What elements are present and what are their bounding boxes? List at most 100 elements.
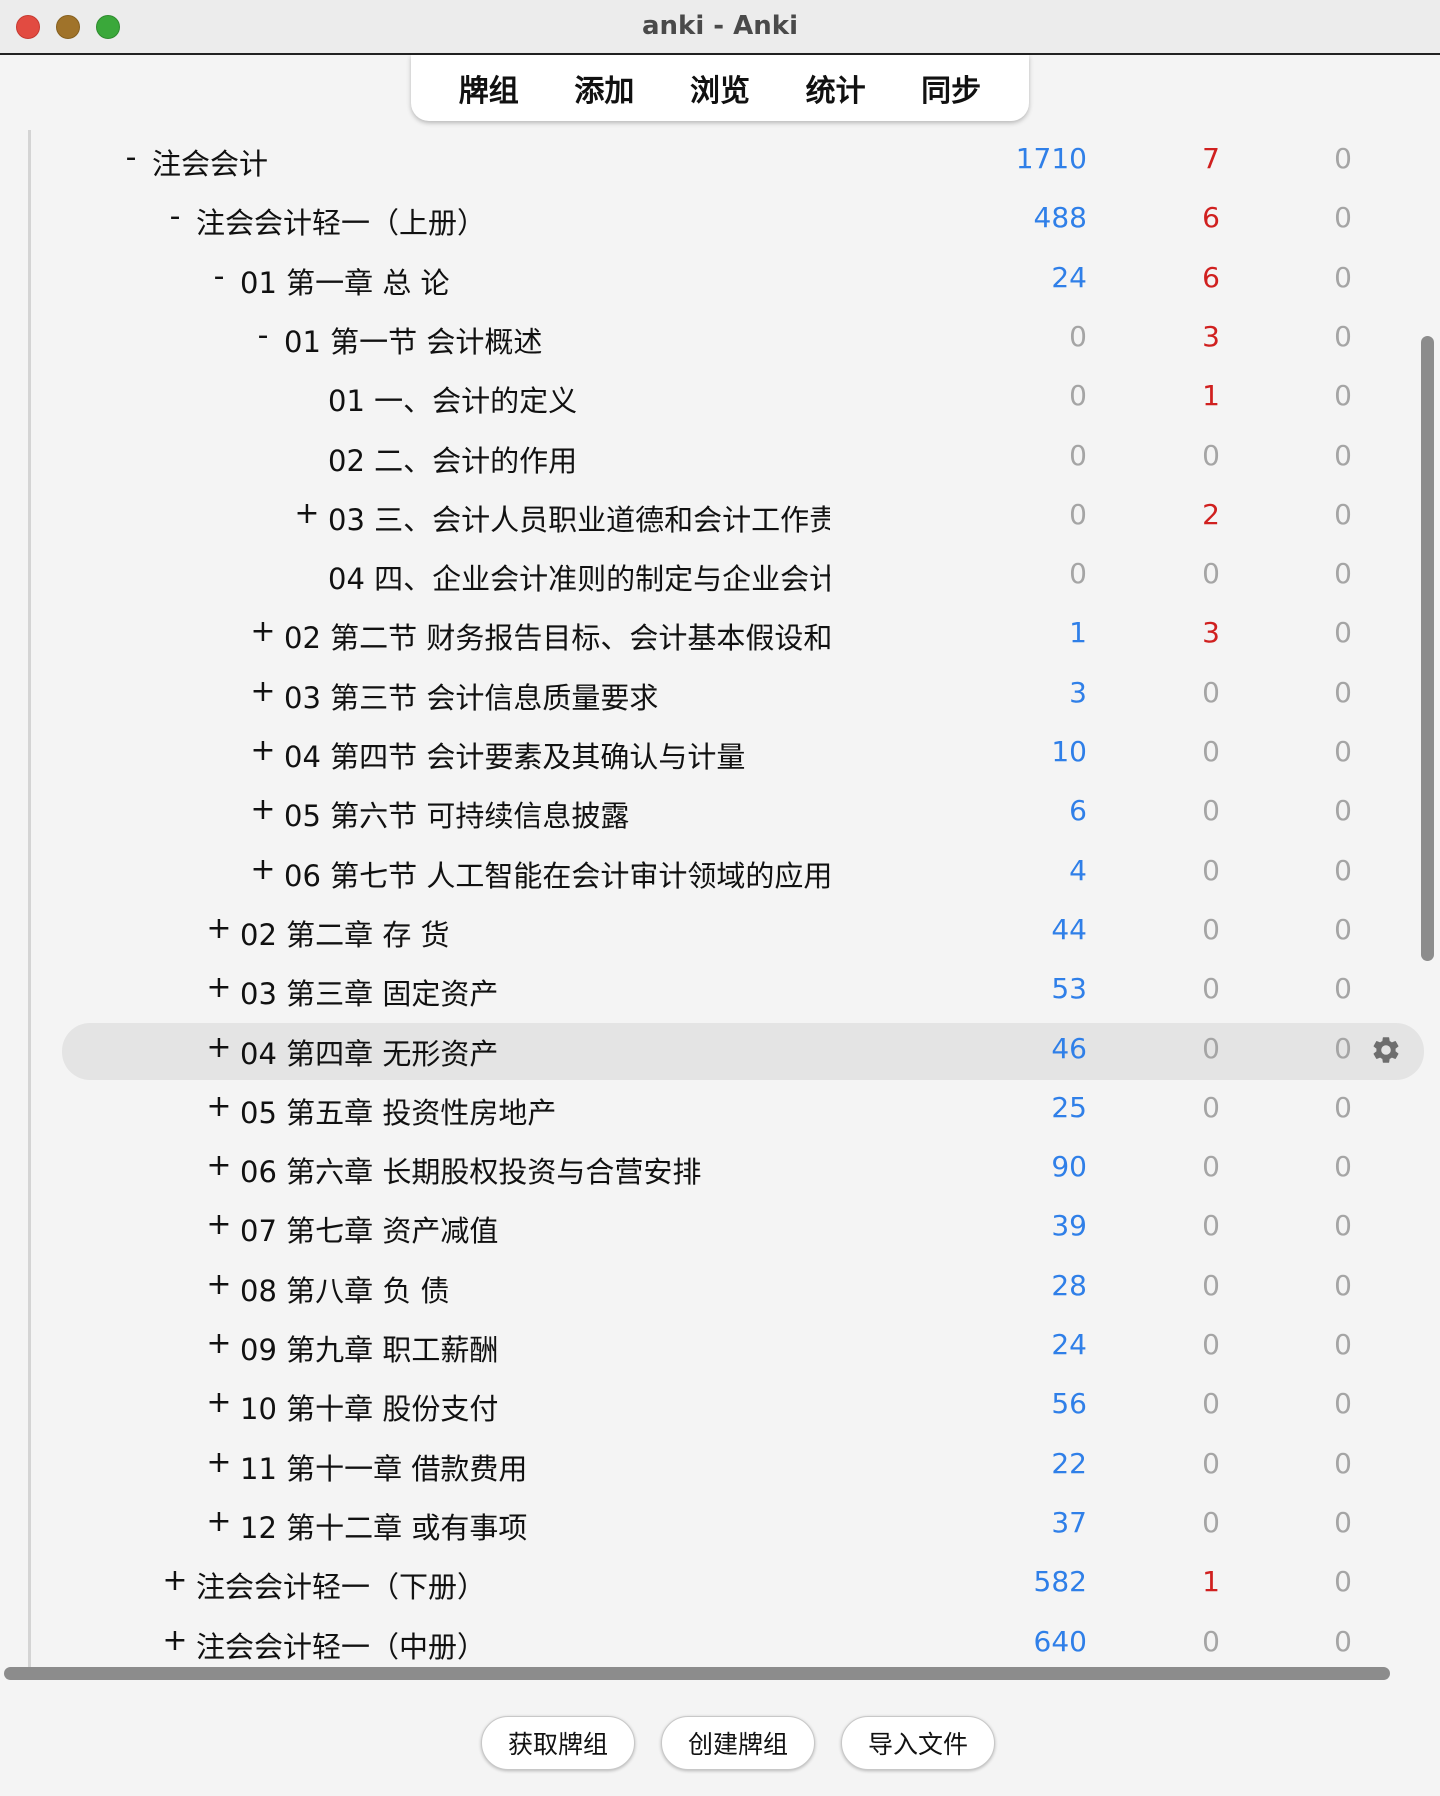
deck-new-count: 1 <box>1069 616 1087 650</box>
deck-name[interactable]: 01 第一节 会计概述 <box>284 319 542 361</box>
deck-collapse-toggle[interactable]: + <box>206 1326 232 1361</box>
deck-collapse-toggle[interactable]: - <box>162 199 188 234</box>
deck-collapse-toggle[interactable]: - <box>118 140 144 175</box>
deck-name[interactable]: 05 第六节 可持续信息披露 <box>284 793 629 835</box>
deck-row[interactable]: 01 一、会计的定义 0 1 0 <box>28 367 1428 426</box>
deck-collapse-toggle[interactable]: + <box>250 674 276 709</box>
tab-stats[interactable]: 统计 <box>796 62 876 114</box>
deck-row[interactable]: +02 第二章 存 货 44 0 0 <box>28 901 1428 960</box>
deck-collapse-toggle[interactable]: + <box>206 1089 232 1124</box>
deck-name[interactable]: 05 第五章 投资性房地产 <box>240 1090 556 1132</box>
deck-name[interactable]: 02 二、会计的作用 <box>328 438 577 480</box>
deck-due-count: 0 <box>1334 1090 1352 1124</box>
deck-row[interactable]: +05 第六节 可持续信息披露 6 0 0 <box>28 782 1428 841</box>
deck-collapse-toggle[interactable]: + <box>294 496 320 531</box>
deck-row[interactable]: +09 第九章 职工薪酬 24 0 0 <box>28 1316 1428 1375</box>
deck-row[interactable]: +10 第十章 股份支付 56 0 0 <box>28 1375 1428 1434</box>
deck-row[interactable]: +06 第六章 长期股权投资与合营安排 90 0 0 <box>28 1138 1428 1197</box>
horizontal-scrollbar[interactable] <box>4 1667 1390 1680</box>
deck-collapse-toggle[interactable]: + <box>206 1504 232 1539</box>
deck-collapse-toggle[interactable]: + <box>250 733 276 768</box>
deck-row[interactable]: - 注会会计 1710 7 0 <box>28 130 1428 189</box>
deck-row[interactable]: +11 第十一章 借款费用 22 0 0 <box>28 1435 1428 1494</box>
deck-collapse-toggle[interactable]: + <box>206 1267 232 1302</box>
deck-learn-count: 3 <box>1202 616 1220 650</box>
deck-collapse-toggle[interactable]: + <box>206 970 232 1005</box>
deck-new-count: 0 <box>1069 319 1087 353</box>
deck-learn-count: 7 <box>1202 142 1220 175</box>
deck-row[interactable]: + 注会会计轻一（中册） 640 0 0 <box>28 1613 1428 1672</box>
import-file-button[interactable]: 导入文件 <box>841 1716 995 1770</box>
deck-new-count: 0 <box>1069 557 1087 591</box>
deck-name[interactable]: 01 一、会计的定义 <box>328 378 577 420</box>
deck-new-count: 28 <box>1051 1268 1087 1302</box>
deck-name[interactable]: 03 第三节 会计信息质量要求 <box>284 675 658 717</box>
deck-name[interactable]: 12 第十二章 或有事项 <box>240 1505 527 1547</box>
deck-name[interactable]: 09 第九章 职工薪酬 <box>240 1327 498 1369</box>
deck-row[interactable]: +04 第四节 会计要素及其确认与计量 10 0 0 <box>28 723 1428 782</box>
deck-collapse-toggle[interactable]: + <box>206 1148 232 1183</box>
deck-name[interactable]: 03 三、会计人员职业道德和会计工作责任 <box>328 497 830 539</box>
deck-collapse-toggle[interactable]: + <box>250 614 276 649</box>
deck-due-count: 0 <box>1334 497 1352 531</box>
deck-name[interactable]: 06 第六章 长期股权投资与合营安排 <box>240 1149 701 1191</box>
deck-row[interactable]: -01 第一节 会计概述 0 3 0 <box>28 308 1428 367</box>
deck-collapse-toggle[interactable]: + <box>162 1623 188 1658</box>
vertical-scrollbar[interactable] <box>1421 336 1434 961</box>
deck-name[interactable]: 注会会计轻一（下册） <box>196 1564 486 1606</box>
deck-name[interactable]: 注会会计轻一（中册） <box>196 1624 486 1666</box>
deck-learn-count: 0 <box>1202 1505 1220 1539</box>
deck-row[interactable]: -01 第一章 总 论 24 6 0 <box>28 249 1428 308</box>
deck-name[interactable]: 注会会计轻一（上册） <box>196 200 486 242</box>
deck-row[interactable]: 04 四、企业会计准则的制定与企业会计准则体系 0 0 0 <box>28 545 1428 604</box>
deck-name[interactable]: 04 四、企业会计准则的制定与企业会计准则体系 <box>328 556 830 598</box>
deck-name[interactable]: 11 第十一章 借款费用 <box>240 1446 527 1488</box>
deck-row[interactable]: - 注会会计轻一（上册） 488 6 0 <box>28 189 1428 248</box>
deck-name[interactable]: 03 第三章 固定资产 <box>240 971 498 1013</box>
deck-name[interactable]: 07 第七章 资产减值 <box>240 1208 498 1250</box>
deck-collapse-toggle[interactable]: + <box>206 1385 232 1420</box>
deck-new-count: 0 <box>1069 438 1087 472</box>
deck-row[interactable]: +12 第十二章 或有事项 37 0 0 <box>28 1494 1428 1553</box>
deck-row[interactable]: +08 第八章 负 债 28 0 0 <box>28 1257 1428 1316</box>
deck-due-count: 0 <box>1334 1565 1352 1599</box>
deck-new-count: 39 <box>1051 1209 1087 1243</box>
deck-collapse-toggle[interactable]: + <box>206 1445 232 1480</box>
deck-collapse-toggle[interactable]: - <box>206 259 232 294</box>
create-deck-button[interactable]: 创建牌组 <box>661 1716 815 1770</box>
deck-collapse-toggle[interactable]: + <box>206 1030 232 1065</box>
deck-collapse-toggle[interactable]: + <box>162 1563 188 1598</box>
deck-learn-count: 0 <box>1202 438 1220 472</box>
tab-add[interactable]: 添加 <box>564 62 644 114</box>
deck-row[interactable]: +04 第四章 无形资产 46 0 0 <box>28 1020 1428 1080</box>
deck-name[interactable]: 01 第一章 总 论 <box>240 260 450 302</box>
deck-collapse-toggle[interactable]: - <box>250 318 276 353</box>
deck-name[interactable]: 10 第十章 股份支付 <box>240 1386 498 1428</box>
deck-row[interactable]: 02 二、会计的作用 0 0 0 <box>28 427 1428 486</box>
deck-row[interactable]: +06 第七节 人工智能在会计审计领域的应用 4 0 0 <box>28 842 1428 901</box>
deck-row[interactable]: + 注会会计轻一（下册） 582 1 0 <box>28 1553 1428 1612</box>
deck-name[interactable]: 04 第四章 无形资产 <box>240 1031 498 1073</box>
deck-due-count: 0 <box>1334 1150 1352 1184</box>
deck-collapse-toggle[interactable]: + <box>250 852 276 887</box>
deck-row[interactable]: +05 第五章 投资性房地产 25 0 0 <box>28 1079 1428 1138</box>
tab-decks[interactable]: 牌组 <box>449 62 529 114</box>
deck-row[interactable]: +03 三、会计人员职业道德和会计工作责任 0 2 0 <box>28 486 1428 545</box>
deck-collapse-toggle[interactable]: + <box>206 911 232 946</box>
deck-row[interactable]: +03 第三章 固定资产 53 0 0 <box>28 960 1428 1019</box>
tab-sync[interactable]: 同步 <box>911 62 991 114</box>
deck-row[interactable]: +03 第三节 会计信息质量要求 3 0 0 <box>28 664 1428 723</box>
deck-row[interactable]: +07 第七章 资产减值 39 0 0 <box>28 1197 1428 1256</box>
deck-collapse-toggle[interactable]: + <box>206 1207 232 1242</box>
deck-name[interactable]: 02 第二章 存 货 <box>240 912 450 954</box>
deck-name[interactable]: 02 第二节 财务报告目标、会计基本假设和会计基础 <box>284 615 830 657</box>
gear-icon[interactable] <box>1370 1034 1402 1066</box>
deck-collapse-toggle[interactable]: + <box>250 792 276 827</box>
deck-name[interactable]: 注会会计 <box>152 141 268 183</box>
deck-name[interactable]: 04 第四节 会计要素及其确认与计量 <box>284 734 745 776</box>
deck-name[interactable]: 08 第八章 负 债 <box>240 1268 450 1310</box>
get-shared-decks-button[interactable]: 获取牌组 <box>481 1716 635 1770</box>
tab-browse[interactable]: 浏览 <box>680 62 760 114</box>
deck-name[interactable]: 06 第七节 人工智能在会计审计领域的应用 <box>284 853 830 895</box>
deck-row[interactable]: +02 第二节 财务报告目标、会计基本假设和会计基础 1 3 0 <box>28 604 1428 663</box>
